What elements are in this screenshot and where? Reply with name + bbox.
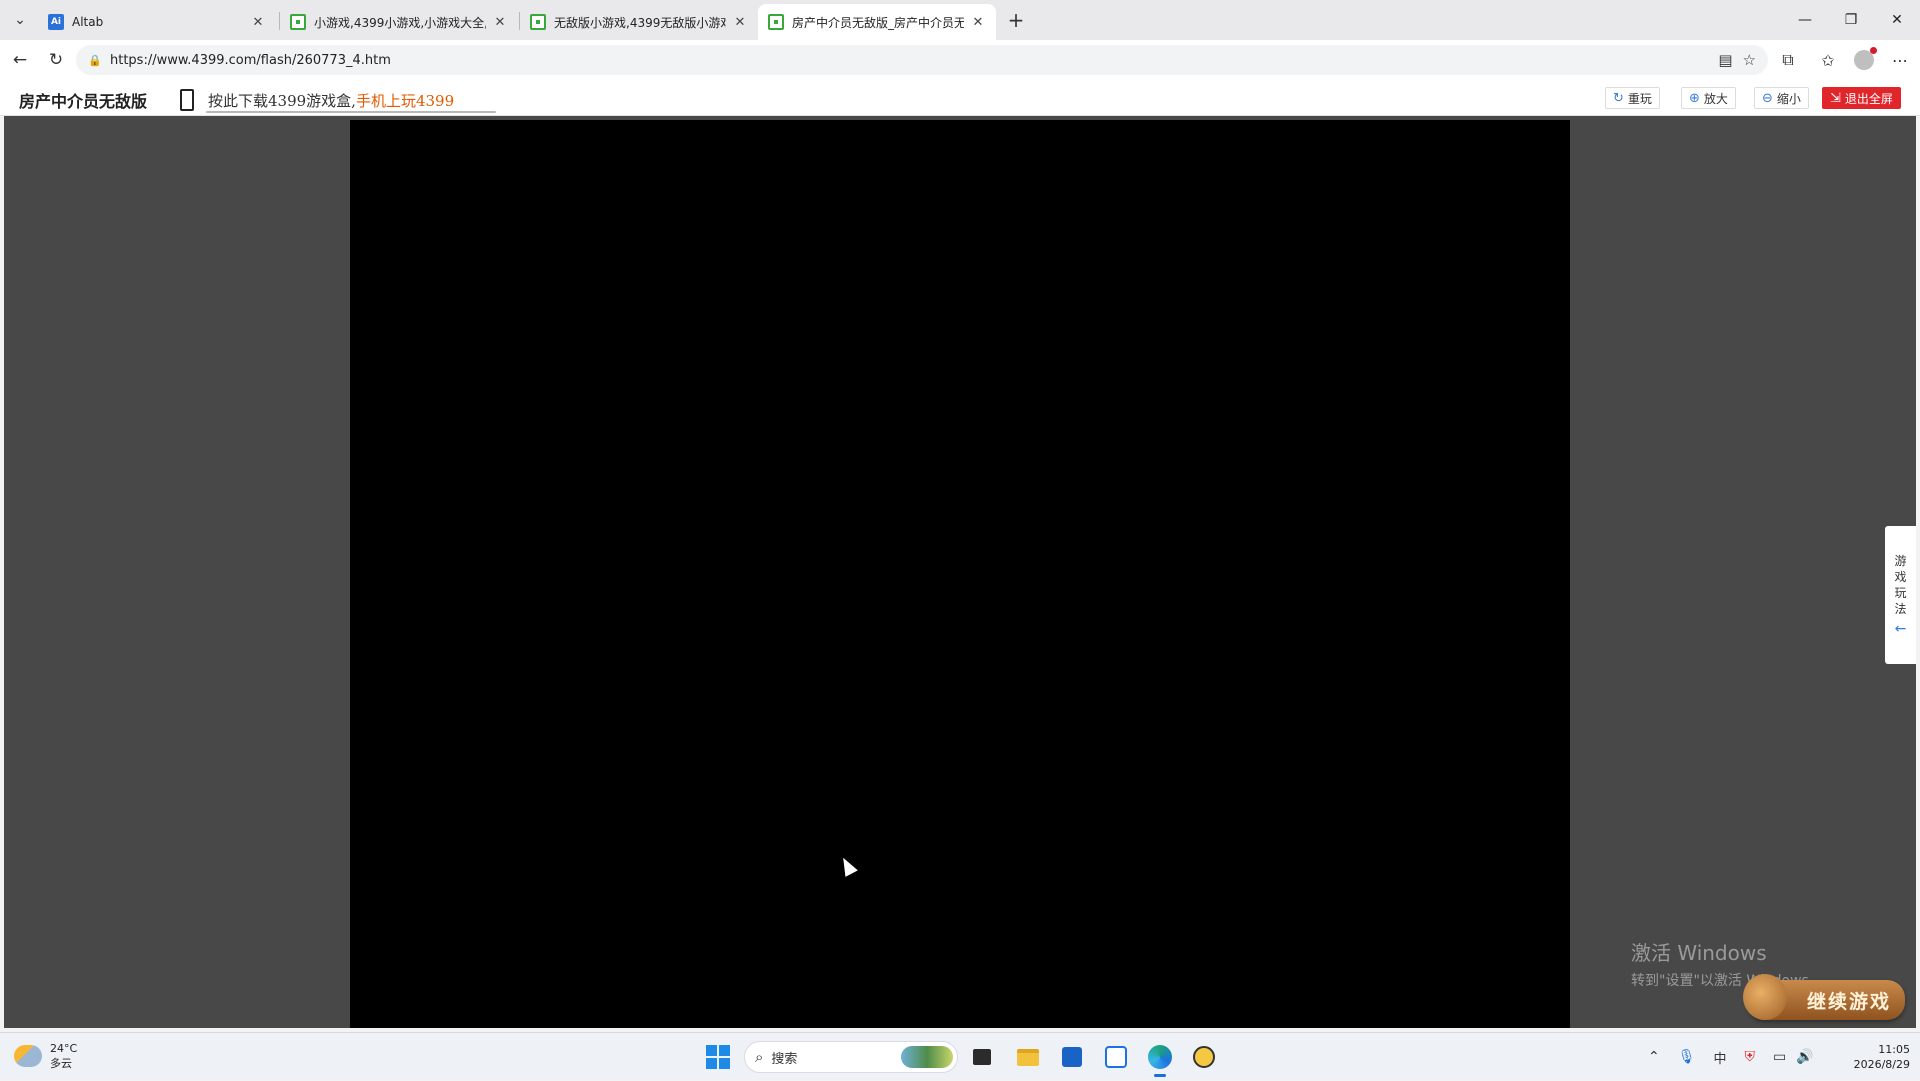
promo-underline	[206, 111, 496, 113]
refresh-button[interactable]: ↻	[42, 46, 70, 74]
close-icon[interactable]: ✕	[248, 12, 268, 32]
start-button[interactable]	[706, 1045, 730, 1069]
game-header: 房产中介员无敌版 按此下载4399游戏盒,手机上玩4399 ↻ 重玩 ⊕ 放大 …	[0, 80, 1920, 116]
taskbar-game-app[interactable]	[1188, 1041, 1220, 1073]
close-window-button[interactable]: ✕	[1874, 0, 1920, 40]
network-icon[interactable]: ▭	[1773, 1049, 1786, 1065]
minimize-button[interactable]: —	[1782, 0, 1828, 40]
phone-icon	[180, 89, 194, 111]
continue-game-button[interactable]: 继续游戏	[1743, 974, 1905, 1020]
task-view-icon	[973, 1049, 991, 1065]
system-tray: ⌃ 🎙 中 ⛨ ▭ 🔊	[1648, 1033, 1814, 1081]
antivirus-icon[interactable]: ⛨	[1745, 1049, 1756, 1065]
address-bar[interactable]: 🔒 https://www.4399.com/flash/260773_4.ht…	[76, 45, 1768, 75]
tab-title: 小游戏,4399小游戏,小游戏大全,双	[314, 15, 486, 30]
tab-title: 房产中介员无敌版_房产中介员无	[792, 15, 964, 30]
refresh-icon: ↻	[1613, 90, 1624, 106]
replay-button[interactable]: ↻ 重玩	[1605, 87, 1660, 109]
refresh-icon: ↻	[48, 50, 64, 70]
promo-highlight: 手机上玩4399	[355, 92, 455, 110]
minimize-icon: —	[1798, 12, 1812, 28]
zoom-out-button[interactable]: ⊖ 缩小	[1754, 87, 1809, 109]
game-title: 房产中介员无敌版	[19, 92, 148, 111]
exit-fullscreen-button[interactable]: ⇲ 退出全屏	[1822, 87, 1901, 109]
tab-4399-home[interactable]: 小游戏,4399小游戏,小游戏大全,双 ✕	[280, 4, 518, 40]
avatar	[1854, 47, 1877, 70]
weather-widget[interactable]: 24°C 多云	[14, 1041, 77, 1071]
partly-cloudy-icon	[14, 1045, 42, 1067]
zoom-in-icon: ⊕	[1689, 90, 1700, 106]
zoom-in-button[interactable]: ⊕ 放大	[1681, 87, 1736, 109]
restore-button[interactable]: ❐	[1828, 0, 1874, 40]
tab-title: Altab	[72, 15, 104, 29]
zoom-out-icon: ⊖	[1762, 90, 1773, 106]
chevron-down-icon: ⌄	[14, 12, 26, 28]
volume-icon[interactable]: 🔊	[1796, 1049, 1813, 1065]
more-icon: ⋯	[1892, 50, 1908, 70]
download-promo-link[interactable]: 按此下载4399游戏盒,手机上玩4399	[208, 90, 454, 111]
back-button[interactable]: ←	[6, 46, 34, 74]
microphone-icon[interactable]: 🎙	[1678, 1049, 1696, 1065]
4399-icon	[768, 14, 784, 30]
tab-4399-invincible[interactable]: 无敌版小游戏,4399无敌版小游戏, ✕	[520, 4, 758, 40]
lock-icon: 🔒	[88, 53, 102, 67]
navigation-bar: ← ↻ 🔒 https://www.4399.com/flash/260773_…	[0, 40, 1920, 80]
tab-altab[interactable]: Ai Altab ✕	[38, 4, 276, 40]
close-icon[interactable]: ✕	[490, 12, 510, 32]
ai-icon: Ai	[48, 14, 64, 30]
taskbar-store[interactable]	[1056, 1041, 1088, 1073]
whiteboard-icon	[1105, 1046, 1127, 1068]
new-tab-button[interactable]: +	[1002, 6, 1030, 34]
puzzle-icon: ⧉	[1782, 50, 1794, 69]
taskbar-search[interactable]: ⌕ 搜索	[744, 1041, 958, 1073]
favorites-icon: ✩	[1821, 50, 1835, 70]
how-to-play-tab[interactable]: 游 戏 玩 法 ←	[1885, 526, 1916, 664]
game-stage	[4, 116, 1916, 1028]
clock[interactable]: 11:05 2026/8/29	[1836, 1042, 1910, 1072]
game-canvas[interactable]	[350, 120, 1570, 1028]
reading-view-icon[interactable]: ▤	[1718, 51, 1732, 69]
tab-real-estate-game[interactable]: 房产中介员无敌版_房产中介员无 ✕	[758, 4, 996, 40]
promo-text: 按此下载4399游戏盒,	[208, 92, 356, 110]
taskbar: 24°C 多云 ⌕ 搜索 ⌃ 🎙 中 ⛨ ▭ 🔊 11:05 2026/8/29	[0, 1032, 1920, 1080]
taskbar-edge[interactable]	[1144, 1041, 1176, 1077]
favorites-button[interactable]: ✩	[1814, 46, 1842, 74]
extensions-button[interactable]: ⧉	[1774, 46, 1802, 74]
edge-browser-icon	[1148, 1045, 1172, 1069]
tab-actions-menu-button[interactable]: ⌄	[6, 6, 34, 34]
ime-indicator[interactable]: 中	[1714, 1048, 1727, 1067]
tab-strip: ⌄ Ai Altab ✕ 小游戏,4399小游戏,小游戏大全,双 ✕ 无敌版小游…	[0, 0, 1920, 40]
store-icon	[1062, 1047, 1082, 1067]
url-text[interactable]: https://www.4399.com/flash/260773_4.htm	[110, 53, 391, 68]
taskbar-task-view[interactable]	[966, 1041, 998, 1073]
favorite-star-icon[interactable]: ☆	[1743, 51, 1756, 69]
profile-button[interactable]	[1850, 46, 1878, 74]
mascot-icon	[1743, 974, 1787, 1020]
mascot-icon	[1193, 1046, 1215, 1068]
close-icon[interactable]: ✕	[968, 12, 988, 32]
restore-icon: ❐	[1844, 12, 1858, 28]
arrow-left-icon: ←	[1894, 621, 1907, 637]
4399-icon	[530, 14, 546, 30]
tab-title: 无敌版小游戏,4399无敌版小游戏,	[554, 15, 726, 30]
chevron-up-icon[interactable]: ⌃	[1648, 1049, 1660, 1065]
search-icon: ⌕	[755, 1048, 764, 1066]
close-icon[interactable]: ✕	[730, 12, 750, 32]
folder-icon	[1017, 1048, 1039, 1066]
taskbar-whiteboard[interactable]	[1100, 1041, 1132, 1073]
plus-icon: +	[1007, 8, 1025, 32]
4399-icon	[290, 14, 306, 30]
settings-more-button[interactable]: ⋯	[1886, 46, 1914, 74]
close-icon: ✕	[1891, 12, 1903, 28]
arrow-left-icon: ←	[12, 50, 28, 70]
exit-icon: ⇲	[1830, 90, 1841, 106]
search-highlight-image	[901, 1046, 953, 1068]
taskbar-file-explorer[interactable]	[1012, 1041, 1044, 1073]
